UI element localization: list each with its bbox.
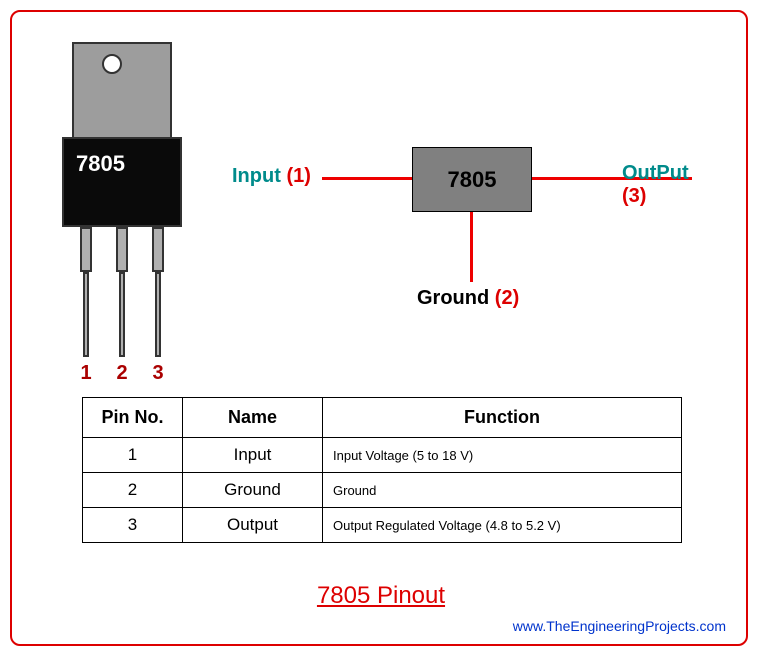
label-ground: Ground (2): [417, 287, 519, 310]
cell-function: Input Voltage (5 to 18 V): [323, 438, 682, 473]
schematic-box-label: 7805: [448, 167, 497, 193]
pin-number-1: 1: [76, 362, 96, 385]
pin-number-2: 2: [112, 362, 132, 385]
th-name: Name: [183, 398, 323, 438]
cell-pin-no: 2: [83, 473, 183, 508]
schematic-symbol: 7805 Input (1) OutPut (3) Ground (2): [242, 122, 712, 322]
table-row: 1 Input Input Voltage (5 to 18 V): [83, 438, 682, 473]
diagram-frame: 7805 1 2 3 7805 Input (1) OutPut (3) Gro…: [10, 10, 748, 646]
th-function: Function: [323, 398, 682, 438]
pin-table: Pin No. Name Function 1 Input Input Volt…: [82, 397, 682, 543]
th-pin-no: Pin No.: [83, 398, 183, 438]
wire-ground: [470, 212, 473, 282]
wire-input: [322, 177, 412, 180]
label-output: OutPut (3): [622, 162, 712, 208]
cell-pin-no: 3: [83, 508, 183, 543]
label-input: Input (1): [232, 165, 311, 188]
cell-function: Output Regulated Voltage (4.8 to 5.2 V): [323, 508, 682, 543]
cell-pin-no: 1: [83, 438, 183, 473]
package-mount-hole: [102, 54, 122, 74]
table-row: 2 Ground Ground: [83, 473, 682, 508]
package-tab: [72, 42, 172, 142]
table-row: 3 Output Output Regulated Voltage (4.8 t…: [83, 508, 682, 543]
package-pin-2: [116, 227, 128, 357]
table-header-row: Pin No. Name Function: [83, 398, 682, 438]
package-pin-3: [152, 227, 164, 357]
schematic-box: 7805: [412, 147, 532, 212]
package-to220: 7805 1 2 3: [62, 42, 182, 342]
package-pin-1: [80, 227, 92, 357]
cell-name: Ground: [183, 473, 323, 508]
cell-name: Input: [183, 438, 323, 473]
diagram-title: 7805 Pinout: [12, 582, 750, 610]
watermark-text: www.TheEngineeringProjects.com: [513, 618, 726, 634]
package-body: 7805: [62, 137, 182, 227]
chip-marking: 7805: [64, 139, 180, 177]
cell-name: Output: [183, 508, 323, 543]
pin-number-3: 3: [148, 362, 168, 385]
cell-function: Ground: [323, 473, 682, 508]
